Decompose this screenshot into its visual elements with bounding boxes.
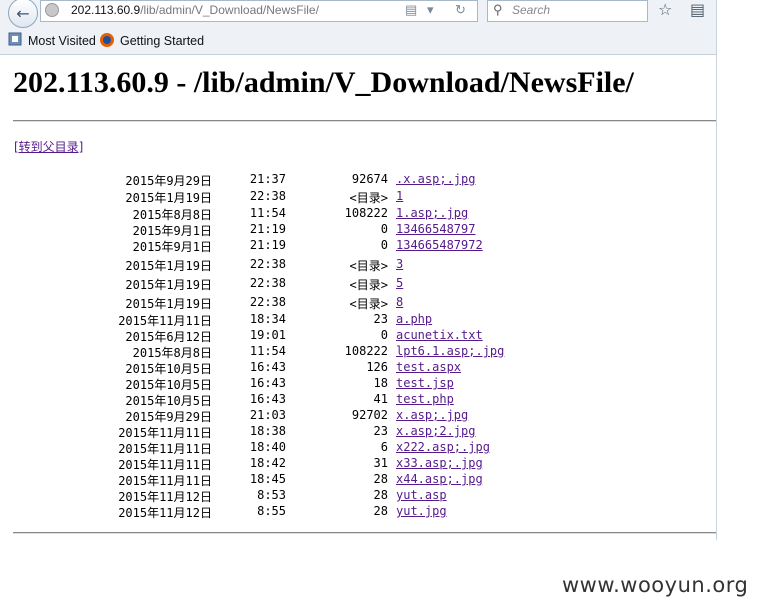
entry-size: 6 (380, 440, 388, 454)
listing-row: 2015年9月1日 21:19 0 134665487972 (0, 238, 520, 254)
entry-name-link[interactable]: x222.asp;.jpg (396, 440, 490, 454)
firefox-icon (99, 32, 115, 51)
listing-row: 2015年11月11日 18:40 6 x222.asp;.jpg (0, 440, 520, 456)
bookmark-most-visited[interactable]: Most Visited (28, 34, 96, 48)
entry-name-link[interactable]: 134665487972 (396, 238, 483, 252)
entry-size: 28 (373, 488, 388, 502)
back-button[interactable]: ← (8, 0, 38, 28)
entry-name-link[interactable]: lpt6.1.asp;.jpg (396, 344, 504, 358)
reader-view-icon[interactable]: ▤ (405, 2, 417, 18)
entry-size: 41 (373, 392, 388, 406)
bookmark-getting-started[interactable]: Getting Started (120, 34, 204, 48)
top-divider (13, 120, 716, 122)
listing-row: 2015年1月19日 22:38 <目录> 3 (0, 257, 520, 273)
entry-size: 92674 (351, 172, 388, 186)
entry-name-link[interactable]: 5 (396, 276, 403, 290)
reload-icon[interactable]: ↻ (455, 2, 466, 18)
entry-name-link[interactable]: yut.jpg (396, 504, 447, 518)
entry-size: 23 (373, 424, 388, 438)
url-bar[interactable]: 202.113.60.9/lib/admin/V_Download/NewsFi… (40, 0, 478, 22)
url-text: 202.113.60.9/lib/admin/V_Download/NewsFi… (71, 3, 319, 17)
entry-size: 18 (373, 376, 388, 390)
most-visited-icon (8, 32, 22, 49)
entry-name-link[interactable]: test.aspx (396, 360, 461, 374)
listing-row: 2015年6月12日 19:01 0 acunetix.txt (0, 328, 520, 344)
entry-size: 0 (380, 238, 388, 252)
entry-name-link[interactable]: x.asp;.jpg (396, 408, 468, 422)
page-title: 202.113.60.9 - /lib/admin/V_Download/New… (13, 66, 634, 99)
entry-size: <目录> (349, 278, 388, 292)
watermark: www.wooyun.org (562, 573, 749, 597)
entry-name-link[interactable]: test.jsp (396, 376, 454, 390)
listing-row: 2015年10月5日 16:43 18 test.jsp (0, 376, 520, 392)
listing-row: 2015年11月12日 8:55 28 yut.jpg (0, 504, 520, 520)
entry-size: 28 (373, 504, 388, 518)
entry-name-link[interactable]: 13466548797 (396, 222, 475, 236)
parent-directory-link[interactable]: [转到父目录] (14, 138, 83, 155)
listing-row: 2015年8月8日 11:54 108222 lpt6.1.asp;.jpg (0, 344, 520, 360)
entry-size: 108222 (344, 344, 388, 358)
entry-name-link[interactable]: .x.asp;.jpg (396, 172, 475, 186)
entry-size: <目录> (349, 259, 388, 273)
listing-row: 2015年11月12日 8:53 28 yut.asp (0, 488, 520, 504)
search-placeholder: Search (512, 3, 551, 17)
listing-row: 2015年8月8日 11:54 108222 1.asp;.jpg (0, 206, 520, 222)
entry-name-link[interactable]: 3 (396, 257, 403, 271)
search-icon: ⚲ (493, 2, 503, 17)
entry-name-link[interactable]: a.php (396, 312, 432, 326)
back-arrow-icon: ← (16, 3, 30, 23)
entry-size: 0 (380, 222, 388, 236)
bookmarks-toolbar: Most Visited Getting Started (0, 28, 716, 55)
entry-name-link[interactable]: yut.asp (396, 488, 447, 502)
bookmark-star-icon[interactable]: ☆ (658, 0, 672, 19)
listing-row: 2015年10月5日 16:43 126 test.aspx (0, 360, 520, 376)
url-path: /lib/admin/V_Download/NewsFile/ (140, 3, 319, 17)
entry-size: <目录> (349, 297, 388, 311)
listing-row: 2015年11月11日 18:45 28 x44.asp;.jpg (0, 472, 520, 488)
browser-window: ← 202.113.60.9/lib/admin/V_Download/News… (0, 0, 717, 540)
entry-name-link[interactable]: 8 (396, 295, 403, 309)
entry-size: 23 (373, 312, 388, 326)
entry-size: 28 (373, 472, 388, 486)
listing-row: 2015年10月5日 16:43 41 test.php (0, 392, 520, 408)
entry-name-link[interactable]: x44.asp;.jpg (396, 472, 483, 486)
listing-row: 2015年9月29日 21:03 92702 x.asp;.jpg (0, 408, 520, 424)
entry-size: 31 (373, 456, 388, 470)
listing-row: 2015年11月11日 18:42 31 x33.asp;.jpg (0, 456, 520, 472)
entry-name-link[interactable]: x33.asp;.jpg (396, 456, 483, 470)
nav-toolbar: ← 202.113.60.9/lib/admin/V_Download/News… (0, 0, 716, 28)
entry-size: 92702 (351, 408, 388, 422)
entry-size: 108222 (344, 206, 388, 220)
listing-row: 2015年9月29日 21:37 92674 .x.asp;.jpg (0, 172, 520, 188)
listing-row: 2015年11月11日 18:38 23 x.asp;2.jpg (0, 424, 520, 440)
entry-name-link[interactable]: 1 (396, 189, 403, 203)
dropdown-icon[interactable]: ▾ (427, 2, 434, 18)
listing-row: 2015年1月19日 22:38 <目录> 5 (0, 276, 520, 292)
globe-icon (45, 3, 59, 17)
entry-size: <目录> (349, 191, 388, 205)
entry-name-link[interactable]: x.asp;2.jpg (396, 424, 475, 438)
search-input[interactable]: ⚲ Search (487, 0, 648, 22)
listing-row: 2015年11月11日 18:34 23 a.php (0, 312, 520, 328)
entry-name-link[interactable]: 1.asp;.jpg (396, 206, 468, 220)
entry-name-link[interactable]: acunetix.txt (396, 328, 483, 342)
listing-row: 2015年1月19日 22:38 <目录> 1 (0, 189, 520, 205)
entry-name-link[interactable]: test.php (396, 392, 454, 406)
entry-size: 0 (380, 328, 388, 342)
url-host: 202.113.60.9 (71, 3, 141, 17)
bookmarks-menu-icon[interactable]: ▤ (690, 0, 705, 19)
listing-row: 2015年1月19日 22:38 <目录> 8 (0, 295, 520, 311)
listing-row: 2015年9月1日 21:19 0 13466548797 (0, 222, 520, 238)
bottom-divider (13, 532, 716, 534)
entry-size: 126 (366, 360, 388, 374)
